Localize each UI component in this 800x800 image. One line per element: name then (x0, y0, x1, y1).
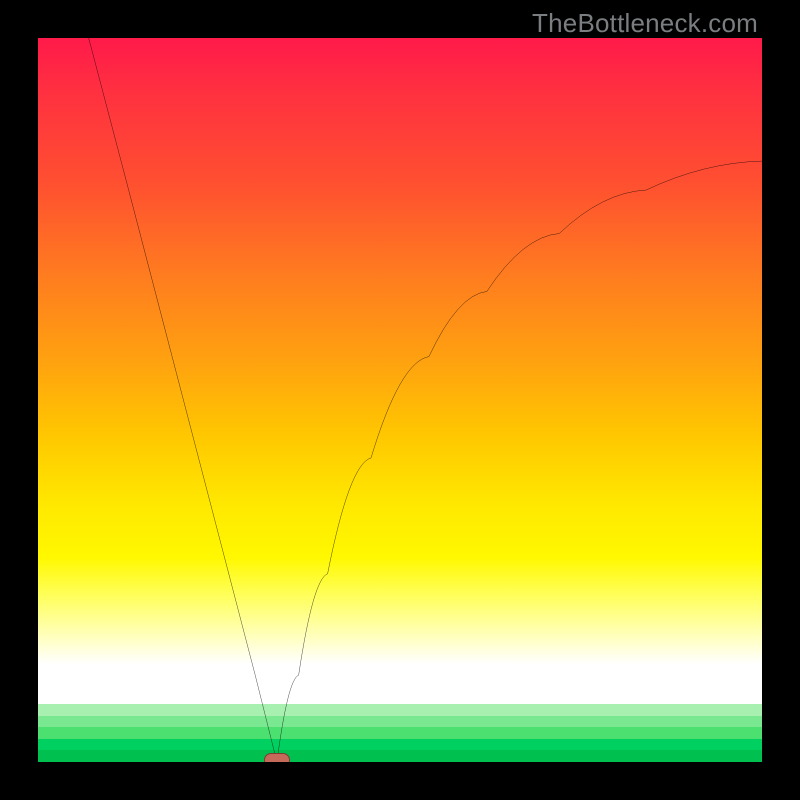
gradient-background (38, 38, 762, 704)
green-band (38, 704, 762, 762)
chart-frame: TheBottleneck.com (0, 0, 800, 800)
watermark-text: TheBottleneck.com (532, 8, 758, 39)
minimum-marker (264, 753, 290, 762)
plot-area (38, 38, 762, 762)
